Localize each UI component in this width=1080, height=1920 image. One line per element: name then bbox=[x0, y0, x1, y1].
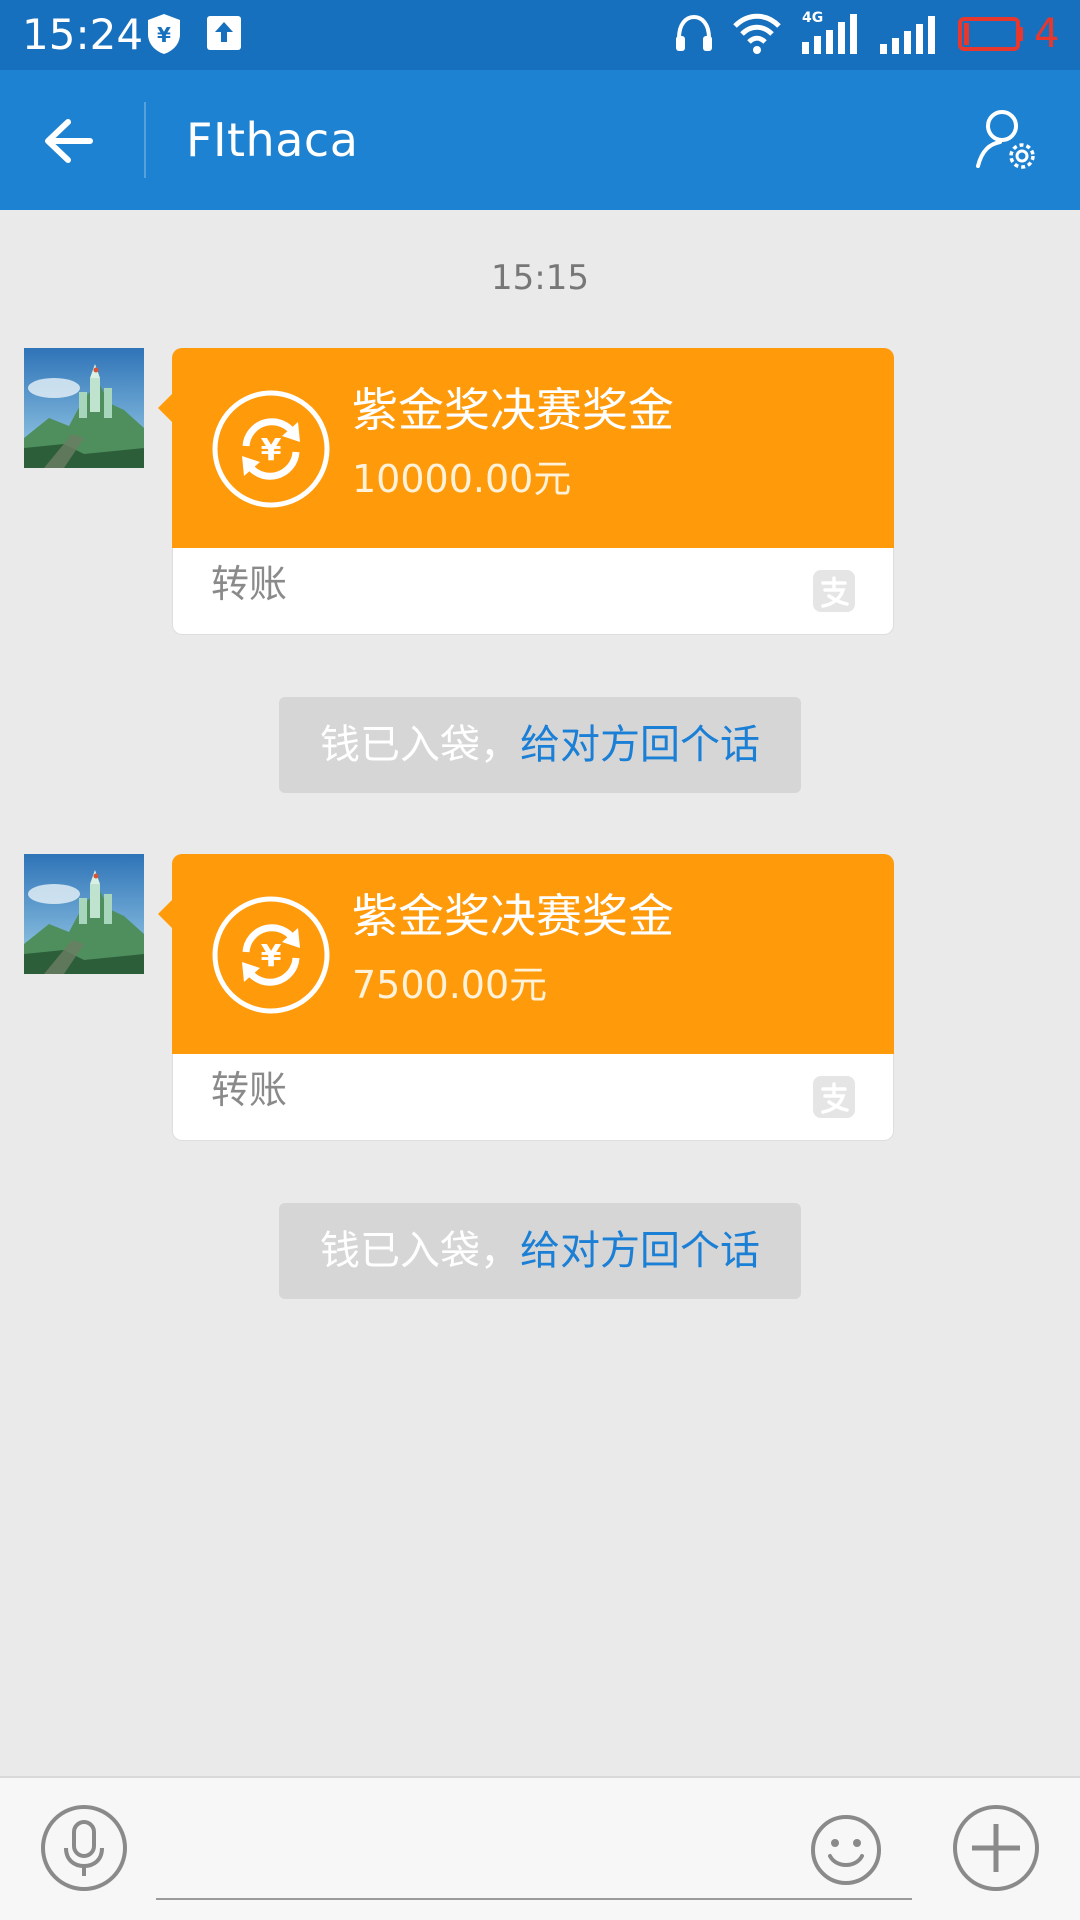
emoji-icon[interactable] bbox=[810, 1814, 882, 1886]
app-bar: FIthaca bbox=[0, 70, 1080, 210]
chat-screen: 15:24 ¥ 4G 4 FIthaca 15:15 ¥ 紫金奖决赛奖金 100… bbox=[0, 0, 1080, 1920]
svg-text:¥: ¥ bbox=[261, 433, 282, 468]
svg-text:¥: ¥ bbox=[157, 23, 171, 47]
headset-icon bbox=[676, 14, 712, 51]
appbar-divider bbox=[144, 102, 146, 178]
transfer-title: 紫金奖决赛奖金 bbox=[352, 383, 674, 437]
transfer-card-footer: 转账 bbox=[172, 1054, 894, 1141]
signal-icon bbox=[880, 16, 935, 54]
battery-level: 4 bbox=[1034, 11, 1060, 57]
profile-settings-icon[interactable] bbox=[972, 106, 1042, 176]
reply-link[interactable]: 给对方回个话 bbox=[520, 722, 760, 768]
status-bar: 15:24 ¥ 4G 4 bbox=[0, 0, 1080, 70]
avatar[interactable] bbox=[24, 348, 144, 468]
transfer-card-footer: 转账 bbox=[172, 548, 894, 635]
notice-text: 钱已入袋， bbox=[320, 1228, 520, 1274]
transfer-card-header: ¥ 紫金奖决赛奖金 7500.00元 bbox=[158, 854, 894, 1054]
battery-icon bbox=[958, 17, 1023, 51]
page-title: FIthaca bbox=[186, 113, 359, 167]
transfer-amount: 7500.00元 bbox=[352, 963, 548, 1007]
upload-icon bbox=[207, 16, 241, 50]
notice-text: 钱已入袋， bbox=[320, 722, 520, 768]
avatar-castle-icon bbox=[24, 854, 144, 974]
bubble-tail bbox=[158, 394, 172, 422]
shield-yen-icon: ¥ bbox=[148, 14, 180, 54]
arrow-left-icon[interactable] bbox=[30, 106, 116, 176]
notice-banner: 钱已入袋，给对方回个话 bbox=[279, 1203, 801, 1299]
transfer-amount: 10000.00元 bbox=[352, 457, 572, 501]
avatar-castle-icon bbox=[24, 348, 144, 468]
microphone-icon[interactable] bbox=[40, 1804, 128, 1892]
transfer-yen-icon: ¥ bbox=[212, 896, 330, 1014]
notice-banner: 钱已入袋，给对方回个话 bbox=[279, 697, 801, 793]
alipay-icon bbox=[813, 1076, 855, 1118]
transfer-title: 紫金奖决赛奖金 bbox=[352, 889, 674, 943]
reply-link[interactable]: 给对方回个话 bbox=[520, 1228, 760, 1274]
transfer-card-header: ¥ 紫金奖决赛奖金 10000.00元 bbox=[158, 348, 894, 548]
transfer-card[interactable]: ¥ 紫金奖决赛奖金 7500.00元 转账 bbox=[158, 854, 894, 1142]
alipay-icon bbox=[813, 570, 855, 612]
transfer-type: 转账 bbox=[211, 1068, 288, 1112]
4g-signal-icon: 4G bbox=[802, 10, 857, 54]
network-label: 4G bbox=[802, 10, 823, 26]
plus-icon[interactable] bbox=[952, 1804, 1040, 1892]
avatar[interactable] bbox=[24, 854, 144, 974]
bubble-tail bbox=[158, 900, 172, 928]
message-input[interactable] bbox=[156, 1798, 912, 1900]
wifi-icon bbox=[733, 13, 781, 54]
transfer-yen-icon: ¥ bbox=[212, 390, 330, 508]
status-time: 15:24 bbox=[22, 10, 144, 59]
input-bar bbox=[0, 1776, 1080, 1920]
transfer-type: 转账 bbox=[211, 562, 288, 606]
svg-text:¥: ¥ bbox=[261, 939, 282, 974]
transfer-card[interactable]: ¥ 紫金奖决赛奖金 10000.00元 转账 bbox=[158, 348, 894, 636]
chat-timestamp: 15:15 bbox=[491, 258, 589, 298]
